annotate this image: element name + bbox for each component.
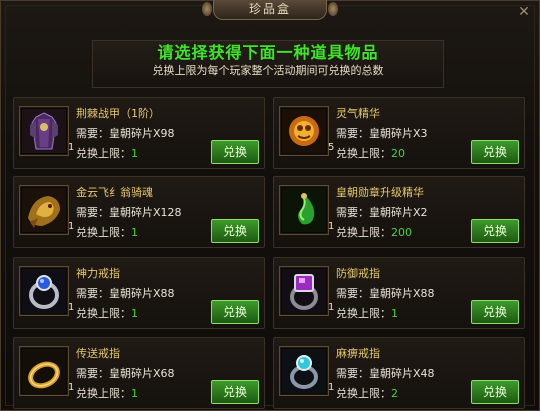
item-limit-row: 兑换上限：1 bbox=[76, 147, 138, 160]
instruction-subline: 兑换上限为每个玩家整个活动期间可兑换的总数 bbox=[152, 64, 384, 77]
armor-icon bbox=[19, 106, 69, 156]
exchange-button[interactable]: 兑换 bbox=[471, 300, 519, 324]
item-limit-row: 兑换上限：20 bbox=[336, 147, 405, 160]
item-name: 麻痹戒指 bbox=[336, 347, 380, 360]
exchange-button[interactable]: 兑换 bbox=[211, 140, 259, 164]
item-cost: 皇朝碎片X48 bbox=[369, 367, 435, 380]
item-limit-row: 兑换上限：2 bbox=[336, 387, 398, 400]
item-card-medal-essence: 1 皇朝勋章升级精华 需要：皇朝碎片X2 兑换上限：200 兑换 bbox=[273, 176, 525, 248]
item-limit-row: 兑换上限：200 bbox=[336, 226, 412, 239]
item-limit: 1 bbox=[131, 307, 138, 320]
item-limit: 20 bbox=[391, 147, 405, 160]
window-title: 珍品盒 bbox=[248, 2, 291, 16]
item-quantity: 1 bbox=[328, 382, 335, 393]
item-limit-row: 兑换上限：1 bbox=[76, 387, 138, 400]
item-limit-row: 兑换上限：1 bbox=[76, 226, 138, 239]
cyan-ring-icon bbox=[279, 346, 329, 396]
item-limit: 2 bbox=[391, 387, 398, 400]
item-cost-row: 需要：皇朝碎片X48 bbox=[336, 367, 435, 380]
exchange-button[interactable]: 兑换 bbox=[211, 219, 259, 243]
item-cost: 皇朝碎片X3 bbox=[369, 127, 428, 140]
item-card-teleport-ring: 1 传送戒指 需要：皇朝碎片X68 兑换上限：1 兑换 bbox=[13, 337, 265, 409]
item-quantity: 1 bbox=[328, 221, 335, 232]
item-name: 神力戒指 bbox=[76, 267, 120, 280]
item-cost-row: 需要：皇朝碎片X128 bbox=[76, 206, 182, 219]
item-limit: 1 bbox=[131, 226, 138, 239]
item-card-paralysis-ring: 1 麻痹戒指 需要：皇朝碎片X48 兑换上限：2 兑换 bbox=[273, 337, 525, 409]
item-limit: 1 bbox=[391, 307, 398, 320]
item-cost: 皇朝碎片X98 bbox=[109, 127, 175, 140]
title-ornament-right bbox=[328, 2, 338, 16]
mount-soul-icon bbox=[19, 185, 69, 235]
item-cost: 皇朝碎片X128 bbox=[109, 206, 182, 219]
item-cost-row: 需要：皇朝碎片X98 bbox=[76, 127, 175, 140]
item-card-power-ring: 1 神力戒指 需要：皇朝碎片X88 兑换上限：1 兑换 bbox=[13, 257, 265, 329]
item-card-armor: 1 荆棘战甲（1阶） 需要：皇朝碎片X98 兑换上限：1 兑换 bbox=[13, 97, 265, 169]
exchange-button[interactable]: 兑换 bbox=[471, 380, 519, 404]
item-name: 皇朝勋章升级精华 bbox=[336, 186, 424, 199]
item-name: 传送戒指 bbox=[76, 347, 120, 360]
purple-ring-icon bbox=[279, 266, 329, 316]
instruction-banner: 请选择获得下面一种道具物品 兑换上限为每个玩家整个活动期间可兑换的总数 bbox=[92, 40, 444, 88]
item-quantity: 1 bbox=[68, 221, 75, 232]
item-limit: 200 bbox=[391, 226, 412, 239]
item-limit: 1 bbox=[131, 387, 138, 400]
item-cost-row: 需要：皇朝碎片X68 bbox=[76, 367, 175, 380]
exchange-button[interactable]: 兑换 bbox=[211, 380, 259, 404]
item-cost-row: 需要：皇朝碎片X2 bbox=[336, 206, 428, 219]
exchange-button[interactable]: 兑换 bbox=[471, 140, 519, 164]
item-cost: 皇朝碎片X2 bbox=[369, 206, 428, 219]
item-quantity: 1 bbox=[68, 142, 75, 153]
item-quantity: 5 bbox=[328, 142, 335, 153]
item-name: 荆棘战甲（1阶） bbox=[76, 107, 160, 120]
item-limit-row: 兑换上限：1 bbox=[336, 307, 398, 320]
window-title-plate: 珍品盒 bbox=[202, 0, 338, 20]
item-cost: 皇朝碎片X88 bbox=[369, 287, 435, 300]
item-limit-row: 兑换上限：1 bbox=[76, 307, 138, 320]
item-quantity: 1 bbox=[328, 302, 335, 313]
jade-essence-icon bbox=[279, 185, 329, 235]
title-ornament-left bbox=[202, 2, 212, 16]
close-x-icon[interactable]: ✕ bbox=[517, 5, 531, 19]
item-limit: 1 bbox=[131, 147, 138, 160]
item-cost: 皇朝碎片X68 bbox=[109, 367, 175, 380]
item-name: 金云飞纟翁骑魂 bbox=[76, 186, 153, 199]
item-cost-row: 需要：皇朝碎片X3 bbox=[336, 127, 428, 140]
item-quantity: 1 bbox=[68, 382, 75, 393]
item-card-mount-soul: 1 金云飞纟翁骑魂 需要：皇朝碎片X128 兑换上限：1 兑换 bbox=[13, 176, 265, 248]
item-name: 防御戒指 bbox=[336, 267, 380, 280]
item-name: 灵气精华 bbox=[336, 107, 380, 120]
spirit-orb-icon bbox=[279, 106, 329, 156]
exchange-button[interactable]: 兑换 bbox=[211, 300, 259, 324]
item-card-defense-ring: 1 防御戒指 需要：皇朝碎片X88 兑换上限：1 兑换 bbox=[273, 257, 525, 329]
blue-ring-icon bbox=[19, 266, 69, 316]
instruction-headline: 请选择获得下面一种道具物品 bbox=[157, 43, 379, 62]
item-card-spirit-essence: 5 灵气精华 需要：皇朝碎片X3 兑换上限：20 兑换 bbox=[273, 97, 525, 169]
item-cost-row: 需要：皇朝碎片X88 bbox=[76, 287, 175, 300]
item-cost: 皇朝碎片X88 bbox=[109, 287, 175, 300]
item-quantity: 1 bbox=[68, 302, 75, 313]
gold-ring-icon bbox=[19, 346, 69, 396]
exchange-button[interactable]: 兑换 bbox=[471, 219, 519, 243]
item-cost-row: 需要：皇朝碎片X88 bbox=[336, 287, 435, 300]
